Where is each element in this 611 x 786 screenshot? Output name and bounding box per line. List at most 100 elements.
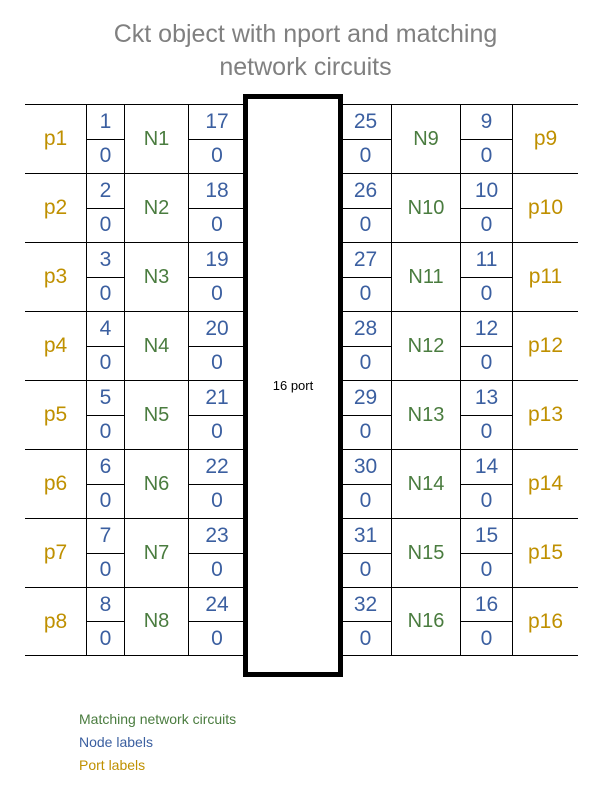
port-label: p3 [43,265,68,288]
node-pair-node_a: 31 0 [340,519,392,587]
node-label-top: 23 [189,519,245,554]
node-pair-node_a: 30 [86,243,125,311]
node-label-bottom: 0 [211,558,223,582]
node-pair-node_a: 30 0 [340,450,392,518]
node-label-bottom: 0 [211,420,223,444]
node-label-bottom: 0 [99,282,112,306]
port-label: p12 [527,334,564,357]
node-pair-node_b: 21 0 [188,381,245,449]
matching-network-label: N16 [407,610,445,632]
node-label-top: 16 [461,588,512,622]
node-pair-node_b: 22 0 [188,450,245,518]
port-label: p14 [527,472,564,495]
table-row: 31 0 N15 15 0 p15 [340,518,578,587]
port-label: p1 [43,127,68,150]
node-label-top: 5 [87,381,124,416]
matching-network-label: N14 [407,472,445,495]
matching-network-label: N13 [407,403,445,426]
node-label-top: 18 [189,174,245,209]
node-label-top: 32 [340,588,391,622]
matching-network-label: N1 [143,127,170,150]
port-label: p7 [43,541,68,564]
matching-network-label: N15 [407,541,445,564]
node-label-top: 4 [87,312,124,347]
port-label: p4 [43,334,68,357]
port-label: p9 [533,127,558,150]
node-pair-node_b: 23 0 [188,519,245,587]
node-pair-node_b: 90 [460,105,513,173]
node-label-bottom: 0 [211,489,223,513]
table-row: 30 0 N14 14 0 p14 [340,449,578,518]
matching-network-label: N11 [408,265,444,288]
node-pair-node_a: 60 [86,450,125,518]
node-label-top: 30 [340,450,391,485]
node-pair-node_a: 25 0 [340,105,392,173]
port-label: p8 [43,609,68,633]
node-label-top: 10 [461,174,512,209]
node-label-top: 9 [461,105,512,140]
node-label-bottom: 0 [480,351,493,375]
node-label-bottom: 0 [359,213,372,237]
table-row: 26 0 N10 10 0 p10 [340,173,578,242]
node-label-bottom: 0 [211,144,223,168]
table-row: p1 1 0 N1 17 0 [25,104,245,173]
node-label-top: 29 [340,381,391,416]
table-row: p6 6 0 N6 22 0 [25,449,245,518]
table-row: p3 3 0 N3 19 0 [25,242,245,311]
table-row: 25 0 N9 9 0 p9 [340,104,578,173]
node-pair-node_a: 80 [86,588,125,655]
port-label: p13 [527,403,564,426]
node-label-top: 12 [461,312,512,347]
node-pair-node_a: 10 [86,105,125,173]
node-pair-node_a: 29 0 [340,381,392,449]
table-row: 29 0 N13 13 0 p13 [340,380,578,449]
matching-network-label: N12 [407,334,445,357]
node-label-bottom: 0 [211,626,223,650]
node-label-bottom: 0 [99,626,112,650]
node-label-top: 1 [87,105,124,140]
node-label-top: 14 [461,450,512,485]
node-pair-node_b: 11 0 [460,243,513,311]
node-label-top: 3 [87,243,124,278]
node-label-bottom: 0 [211,351,223,375]
node-label-bottom: 0 [359,282,372,306]
node-label-bottom: 0 [480,489,493,513]
node-label-bottom: 0 [359,420,372,444]
node-label-top: 13 [461,381,512,416]
node-pair-node_b: 12 0 [460,312,513,380]
legend-item-matching-network: Matching network circuits [79,711,237,727]
table-row: p7 7 0 N7 23 0 [25,518,245,587]
matching-network-label: N8 [143,610,170,632]
table-row: p5 5 0 N5 21 0 [25,380,245,449]
table-row: 28 0 N12 12 0 p12 [340,311,578,380]
right-matching-network-table: 25 0 N9 9 0 p9 26 0 N10 10 0 p10 27 0 N11 11 0 p11 28 0 N12 1… [340,104,578,656]
node-label-bottom: 0 [99,213,112,237]
nport-block: 16 port [243,94,343,677]
node-label-bottom: 0 [99,144,112,168]
node-label-top: 27 [340,243,391,278]
node-label-top: 2 [87,174,124,209]
node-label-bottom: 0 [99,489,112,513]
node-label-top: 17 [189,105,245,140]
node-pair-node_a: 26 0 [340,174,392,242]
node-label-top: 21 [189,381,245,416]
node-label-bottom: 0 [211,282,223,306]
node-pair-node_a: 27 0 [340,243,392,311]
node-label-bottom: 0 [359,489,372,513]
matching-network-label: N7 [143,541,170,564]
table-row: p8 8 0 N8 24 0 [25,587,245,656]
node-pair-node_a: 50 [86,381,125,449]
node-label-top: 7 [87,519,124,554]
node-pair-node_b: 17 0 [188,105,245,173]
table-row: p2 2 0 N2 18 0 [25,173,245,242]
left-matching-network-table: p1 1 0 N1 17 0 p2 2 0 N2 18 0 p3 3 0 N3 19 0 p4 4 0 N4 20 0 p5 5 0… [25,104,245,656]
port-label: p11 [528,265,563,288]
node-label-bottom: 0 [359,626,372,650]
nport-block-label: 16 port [272,378,314,393]
legend-item-node-labels: Node labels [79,734,153,750]
matching-network-label: N2 [143,196,170,219]
node-pair-node_b: 24 0 [188,588,245,655]
legend: Matching network circuits Node labels Po… [79,708,236,777]
node-label-top: 28 [340,312,391,347]
node-label-bottom: 0 [480,144,493,168]
